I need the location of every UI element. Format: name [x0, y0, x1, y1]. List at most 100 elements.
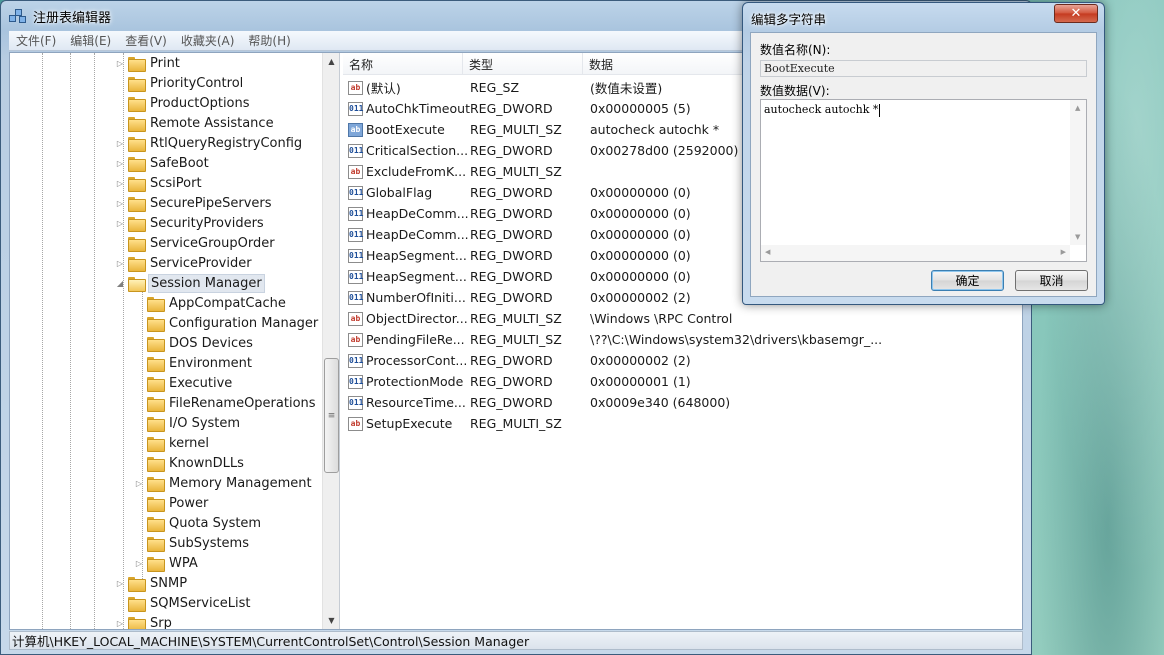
- folder-icon: [147, 476, 165, 492]
- value-row[interactable]: 011 ProtectionMode REG_DWORD 0x00000001 (1): [343, 371, 1022, 392]
- tree-item[interactable]: Quota System: [134, 513, 263, 533]
- tree-item-label: Power: [169, 495, 209, 511]
- tree-item[interactable]: AppCompatCache: [134, 293, 288, 313]
- tree-item[interactable]: ▷ Memory Management: [134, 473, 314, 493]
- value-data-cell: \??\C:\Windows\system32\drivers\kbasemgr…: [590, 332, 883, 347]
- expand-arrow-icon[interactable]: ▷: [115, 618, 125, 628]
- collapse-arrow-icon[interactable]: ◢: [115, 278, 125, 288]
- column-name-header[interactable]: 名称: [343, 53, 463, 75]
- scroll-right-arrow-icon[interactable]: ▶: [1061, 248, 1066, 256]
- tree-item[interactable]: ▷ ServiceProvider: [115, 253, 254, 273]
- value-row[interactable]: 011 ResourceTime... REG_DWORD 0x0009e340 (6…: [343, 392, 1022, 413]
- value-row[interactable]: ab PendingFileRe... REG_MULTI_SZ \??\C:\Win…: [343, 329, 1022, 350]
- tree-item[interactable]: ▷ Srp: [115, 613, 174, 629]
- scroll-up-arrow-icon[interactable]: ▲: [323, 53, 339, 70]
- tree-item[interactable]: ▷ SafeBoot: [115, 153, 211, 173]
- menu-help[interactable]: 帮助(H): [241, 32, 297, 49]
- tree-item[interactable]: ▷ RtlQueryRegistryConfig: [115, 133, 304, 153]
- value-name-cell: ab BootExecute: [348, 119, 445, 140]
- value-name-cell: 011 HeapDeComm...: [348, 203, 469, 224]
- tree-item[interactable]: ▷ SecurePipeServers: [115, 193, 274, 213]
- tree-scrollbar[interactable]: ▲ ≡ ▼: [322, 53, 339, 629]
- tree-item[interactable]: ▷ SNMP: [115, 573, 189, 593]
- expand-arrow-icon[interactable]: ▷: [115, 198, 125, 208]
- ok-button[interactable]: 确定: [931, 270, 1004, 291]
- tree-item-label: Quota System: [169, 515, 262, 531]
- string-value-icon: ab: [348, 416, 363, 431]
- value-type-cell: REG_MULTI_SZ: [470, 332, 562, 347]
- cancel-button[interactable]: 取消: [1015, 270, 1088, 291]
- string-value-icon: ab: [348, 164, 363, 179]
- expand-arrow-icon[interactable]: ▷: [115, 258, 125, 268]
- tree-item[interactable]: ▷ ScsiPort: [115, 173, 204, 193]
- menu-edit[interactable]: 编辑(E): [63, 32, 118, 49]
- tree-item-label: SafeBoot: [150, 155, 209, 171]
- folder-icon: [147, 556, 165, 572]
- tree-item[interactable]: kernel: [134, 433, 211, 453]
- folder-icon: [147, 296, 165, 312]
- tree-item[interactable]: ◢ Session Manager: [115, 273, 265, 293]
- tree-item[interactable]: Environment: [134, 353, 254, 373]
- tree-item[interactable]: ▷ Print: [115, 53, 182, 73]
- tree-item-label: Srp: [150, 615, 172, 630]
- expand-arrow-icon[interactable]: ▷: [115, 218, 125, 228]
- tree-item[interactable]: Executive: [134, 373, 234, 393]
- value-name-label: 数值名称(N):: [760, 43, 831, 57]
- tree-item[interactable]: ▷ SecurityProviders: [115, 213, 266, 233]
- folder-icon: [128, 236, 146, 252]
- scroll-thumb[interactable]: ≡: [324, 358, 339, 473]
- expand-arrow-icon[interactable]: ▷: [115, 178, 125, 188]
- expand-arrow-icon[interactable]: ▷: [115, 578, 125, 588]
- value-name: (默认): [366, 81, 401, 96]
- menu-view[interactable]: 查看(V): [118, 32, 174, 49]
- tree-item[interactable]: FileRenameOperations: [134, 393, 318, 413]
- column-type-header[interactable]: 类型: [463, 53, 583, 75]
- scroll-down-arrow-icon[interactable]: ▼: [323, 612, 339, 629]
- value-type-cell: REG_DWORD: [470, 374, 553, 389]
- scroll-up-arrow-icon[interactable]: ▲: [1075, 104, 1080, 112]
- binary-value-icon: 011: [348, 143, 363, 158]
- tree-item[interactable]: I/O System: [134, 413, 242, 433]
- textarea-horizontal-scrollbar[interactable]: ◀ ▶: [761, 245, 1070, 261]
- tree-item[interactable]: PriorityControl: [115, 73, 245, 93]
- close-icon[interactable]: ✕: [1054, 4, 1098, 23]
- tree-item[interactable]: Remote Assistance: [115, 113, 276, 133]
- expand-arrow-icon[interactable]: ▷: [115, 58, 125, 68]
- value-type-cell: REG_MULTI_SZ: [470, 164, 562, 179]
- tree-item[interactable]: Power: [134, 493, 210, 513]
- tree-item[interactable]: ▷ WPA: [134, 553, 200, 573]
- value-name: HeapSegment...: [366, 269, 467, 284]
- expand-arrow-icon[interactable]: ▷: [134, 558, 144, 568]
- folder-icon: [147, 356, 165, 372]
- menu-favorites[interactable]: 收藏夹(A): [174, 32, 242, 49]
- value-data-textarea[interactable]: autocheck autochk * ▲ ▼ ◀ ▶: [760, 99, 1087, 262]
- textarea-vertical-scrollbar[interactable]: ▲ ▼: [1070, 100, 1086, 245]
- menu-file[interactable]: 文件(F): [9, 32, 63, 49]
- value-row[interactable]: 011 ProcessorCont... REG_DWORD 0x00000002 (…: [343, 350, 1022, 371]
- value-row[interactable]: ab ObjectDirector... REG_MULTI_SZ \Windows …: [343, 308, 1022, 329]
- value-name: HeapDeComm...: [366, 206, 469, 221]
- value-type-cell: REG_DWORD: [470, 395, 553, 410]
- tree-item[interactable]: Configuration Manager: [134, 313, 320, 333]
- value-row[interactable]: ab SetupExecute REG_MULTI_SZ: [343, 413, 1022, 434]
- expand-arrow-icon[interactable]: ▷: [115, 138, 125, 148]
- tree-item-label: PriorityControl: [150, 75, 244, 91]
- edit-multi-string-dialog: 编辑多字符串 ✕ 数值名称(N): BootExecute 数值数据(V): a…: [742, 2, 1105, 305]
- expand-arrow-icon[interactable]: ▷: [115, 158, 125, 168]
- tree-item[interactable]: SQMServiceList: [115, 593, 252, 613]
- tree-item[interactable]: ProductOptions: [115, 93, 252, 113]
- string-value-icon: ab: [348, 80, 363, 95]
- tree-item[interactable]: SubSystems: [134, 533, 251, 553]
- tree-item[interactable]: ServiceGroupOrder: [115, 233, 277, 253]
- expand-arrow-icon[interactable]: ▷: [134, 478, 144, 488]
- scroll-left-arrow-icon[interactable]: ◀: [765, 248, 770, 256]
- tree-item[interactable]: DOS Devices: [134, 333, 255, 353]
- tree-item[interactable]: KnownDLLs: [134, 453, 246, 473]
- scroll-down-arrow-icon[interactable]: ▼: [1075, 233, 1080, 241]
- value-name: HeapDeComm...: [366, 227, 469, 242]
